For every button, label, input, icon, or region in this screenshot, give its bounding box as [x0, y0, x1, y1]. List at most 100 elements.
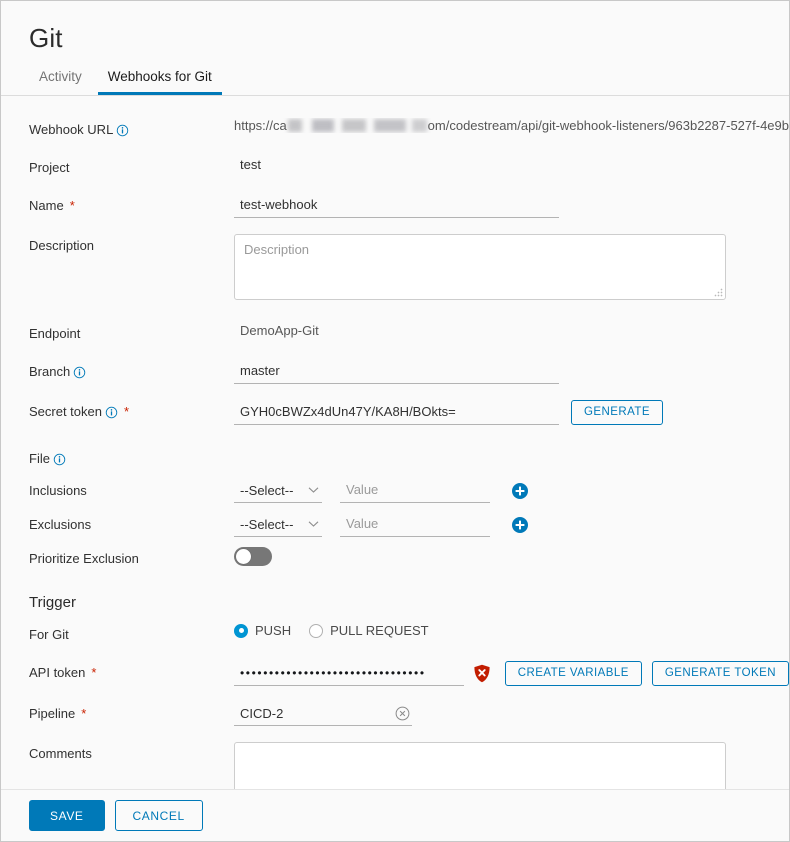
branch-label-text: Branch [29, 364, 71, 379]
redacted-host-segment [287, 119, 427, 132]
for-git-radio-group: PUSH PULL REQUEST [234, 623, 429, 638]
info-icon[interactable] [105, 406, 118, 419]
label-endpoint: Endpoint [29, 322, 234, 342]
tab-webhooks-for-git[interactable]: Webhooks for Git [97, 69, 222, 95]
toggle-knob [236, 549, 251, 564]
info-icon[interactable] [116, 124, 129, 137]
for-git-label-text: For Git [29, 627, 69, 642]
add-exclusion-icon[interactable] [512, 517, 528, 533]
row-file-section: File [1, 447, 789, 469]
exclusions-select[interactable]: --Select-- [234, 513, 322, 537]
label-for-git: For Git [29, 623, 234, 643]
tab-bar: Activity Webhooks for Git [1, 67, 789, 96]
label-webhook-url: Webhook URL [29, 118, 234, 138]
api-token-label-text: API token [29, 665, 86, 680]
webhook-url-label-text: Webhook URL [29, 122, 114, 137]
row-for-git: For Git PUSH PULL REQUEST [1, 623, 789, 645]
secret-token-input[interactable] [234, 400, 559, 425]
required-marker: * [91, 664, 97, 680]
radio-push-dot [234, 623, 248, 638]
required-marker: * [124, 403, 130, 419]
label-project: Project [29, 156, 234, 176]
prioritize-exclusion-toggle[interactable] [234, 547, 272, 566]
inclusions-select-value: --Select-- [240, 482, 294, 498]
name-label-text: Name [29, 198, 64, 213]
endpoint-label-text: Endpoint [29, 326, 81, 341]
page-header: Git [1, 1, 789, 53]
radio-pull-request[interactable]: PULL REQUEST [309, 623, 429, 638]
webhook-url-value: https://ca om/codestream/api/git-webhook-… [234, 118, 789, 133]
file-section-label-text: File [29, 451, 50, 466]
radio-push[interactable]: PUSH [234, 623, 291, 638]
inclusions-value-input[interactable] [340, 479, 490, 503]
required-marker: * [81, 705, 87, 721]
project-value: test [240, 157, 261, 172]
pipeline-select[interactable]: CICD-2 [234, 702, 412, 726]
control-secret-token: GENERATE [234, 400, 789, 425]
required-marker: * [69, 197, 75, 213]
control-project: test [234, 156, 789, 174]
generate-token-button[interactable]: GENERATE TOKEN [651, 661, 789, 686]
label-inclusions: Inclusions [29, 479, 234, 499]
info-icon[interactable] [73, 366, 86, 379]
label-trigger-section: Trigger [29, 591, 234, 611]
label-file-section: File [29, 447, 234, 467]
row-name: Name * [1, 194, 789, 218]
create-variable-button[interactable]: CREATE VARIABLE [504, 661, 642, 686]
cancel-button[interactable]: CANCEL [114, 800, 203, 831]
description-box [234, 234, 726, 300]
pipeline-value: CICD-2 [240, 706, 284, 721]
row-prioritize-exclusion: Prioritize Exclusion [1, 547, 789, 569]
control-pipeline: CICD-2 [234, 702, 789, 726]
clear-icon[interactable] [395, 706, 410, 721]
shield-error-icon [474, 664, 490, 683]
name-input[interactable] [234, 194, 559, 218]
pipeline-label-text: Pipeline [29, 706, 76, 721]
radio-pull-request-dot [309, 623, 324, 638]
inclusions-select[interactable]: --Select-- [234, 479, 322, 503]
project-label-text: Project [29, 160, 70, 175]
control-api-token: •••••••••••••••••••••••••••••••• CREATE … [234, 661, 789, 686]
row-api-token: API token * ••••••••••••••••••••••••••••… [1, 661, 789, 686]
inclusions-label-text: Inclusions [29, 483, 87, 498]
generate-secret-button[interactable]: GENERATE [571, 400, 664, 425]
form-footer: SAVE CANCEL [1, 789, 789, 841]
page-title: Git [29, 23, 63, 53]
chevron-down-icon [308, 487, 319, 493]
tab-activity[interactable]: Activity [29, 69, 92, 95]
row-pipeline: Pipeline * CICD-2 [1, 702, 789, 726]
api-token-input[interactable]: •••••••••••••••••••••••••••••••• [234, 662, 464, 686]
row-secret-token: Secret token * GENERATE [1, 400, 789, 425]
label-pipeline: Pipeline * [29, 702, 234, 722]
description-textarea[interactable] [234, 234, 726, 300]
webhook-url-suffix: om/codestream/api/git-webhook-listeners/… [427, 118, 789, 133]
webhook-config-window: Git Activity Webhooks for Git Webhook UR… [0, 0, 790, 842]
chevron-down-icon [308, 521, 319, 527]
control-webhook-url: https://ca om/codestream/api/git-webhook-… [234, 118, 789, 133]
info-icon[interactable] [53, 453, 66, 466]
control-for-git: PUSH PULL REQUEST [234, 623, 789, 638]
label-exclusions: Exclusions [29, 513, 234, 533]
save-button[interactable]: SAVE [29, 800, 105, 831]
label-comments: Comments [29, 742, 234, 762]
branch-input[interactable] [234, 360, 559, 384]
radio-pull-request-label: PULL REQUEST [330, 623, 429, 638]
label-prioritize-exclusion: Prioritize Exclusion [29, 547, 234, 567]
row-branch: Branch [1, 360, 789, 384]
exclusions-value-input[interactable] [340, 513, 490, 537]
trigger-section-label-text: Trigger [29, 594, 76, 611]
row-trigger-section: Trigger [1, 591, 789, 613]
webhook-url-prefix: https://ca [234, 118, 287, 133]
description-label-text: Description [29, 238, 95, 253]
label-secret-token: Secret token * [29, 400, 234, 420]
control-inclusions: --Select-- [234, 479, 789, 503]
row-exclusions: Exclusions --Select-- [1, 513, 789, 537]
exclusions-select-value: --Select-- [240, 516, 294, 532]
row-endpoint: Endpoint DemoApp-Git [1, 322, 789, 344]
add-inclusion-icon[interactable] [512, 483, 528, 499]
comments-label-text: Comments [29, 746, 92, 761]
label-name: Name * [29, 194, 234, 214]
row-description: Description [1, 234, 789, 300]
webhook-form: Webhook URL https://ca om/codestream/api/… [1, 96, 789, 841]
control-exclusions: --Select-- [234, 513, 789, 537]
